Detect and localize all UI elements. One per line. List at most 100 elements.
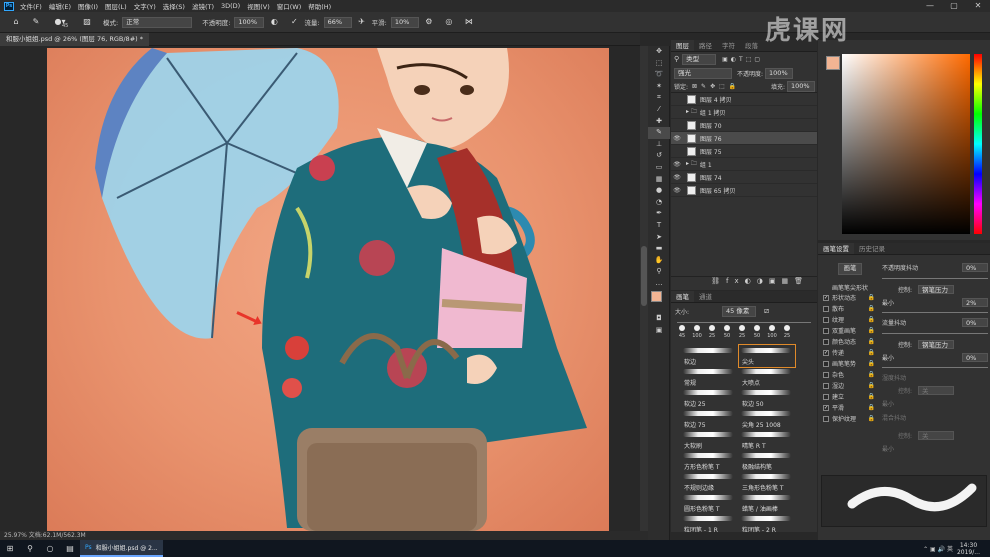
- move-tool-icon[interactable]: ✥: [648, 46, 670, 58]
- tab-brushes[interactable]: 画笔: [671, 291, 694, 302]
- minimum-slider[interactable]: [882, 309, 988, 313]
- brush-item[interactable]: 软边 25: [681, 387, 737, 409]
- brush-size-field[interactable]: 45 像素: [722, 305, 757, 317]
- brush-setting-option[interactable]: 颜色动态 🔒: [818, 336, 878, 347]
- menu-filter[interactable]: 滤镜(T): [192, 1, 214, 11]
- layer-row[interactable]: ▸ 🗀 组 1 拷贝: [671, 106, 817, 119]
- brush-setting-option[interactable]: 画笔笔势 🔒: [818, 358, 878, 369]
- lasso-tool-icon[interactable]: ➰: [648, 69, 670, 81]
- eye-icon[interactable]: 👁: [671, 135, 683, 142]
- menu-3d[interactable]: 3D(D): [221, 2, 240, 10]
- menu-select[interactable]: 选择(S): [163, 1, 185, 11]
- rectangle-tool-icon[interactable]: ▬: [648, 243, 670, 255]
- checkbox[interactable]: [823, 415, 829, 422]
- checkbox[interactable]: [823, 393, 829, 400]
- brush-setting-option[interactable]: ✓ 形状动态 🔒: [818, 292, 878, 303]
- control-select[interactable]: 钢笔压力: [918, 285, 955, 294]
- taskbar-photoshop-app[interactable]: Ps 和服小姐姐.psd @ 2...: [80, 540, 163, 557]
- brush-item[interactable]: 常规: [681, 366, 737, 388]
- eye-icon[interactable]: 👁: [671, 187, 683, 194]
- brush-angle-icon[interactable]: ⧄: [764, 306, 769, 316]
- task-view-icon[interactable]: ▤: [63, 542, 77, 556]
- opacity-field[interactable]: 100%: [234, 16, 265, 28]
- flow-field[interactable]: 66%: [323, 16, 352, 28]
- lock-icon[interactable]: 🔒: [868, 316, 875, 323]
- canvas-vertical-scrollbar[interactable]: [640, 46, 648, 531]
- brush-setting-option[interactable]: 纹理 🔒: [818, 314, 878, 325]
- layer-kind-filter[interactable]: 类型: [682, 53, 717, 65]
- layer-row[interactable]: 👁 图层 74: [671, 171, 817, 184]
- control4-select[interactable]: 关: [918, 431, 955, 440]
- mode-select[interactable]: 正常: [122, 16, 193, 28]
- control3-select[interactable]: 关: [918, 386, 955, 395]
- brush-setting-option[interactable]: 建立 🔒: [818, 391, 878, 402]
- brush-item[interactable]: 软边: [681, 345, 737, 367]
- folder-icon[interactable]: ▸ 🗀: [686, 107, 697, 117]
- brush-setting-option[interactable]: 湿边 🔒: [818, 380, 878, 391]
- checkbox[interactable]: ✓: [823, 404, 829, 411]
- color-foreground-swatch[interactable]: [826, 56, 840, 70]
- fill-field[interactable]: 100%: [787, 80, 815, 92]
- tab-layers[interactable]: 图层: [671, 40, 694, 51]
- brush-item[interactable]: 三角形色粉笔 T: [739, 471, 795, 493]
- clock[interactable]: 14:30 2019/...: [957, 542, 980, 556]
- brush-item[interactable]: 粒团笔 - 2 R: [739, 513, 795, 532]
- hue-slider[interactable]: [974, 54, 982, 234]
- brushes-button[interactable]: 画笔: [838, 263, 862, 275]
- home-icon[interactable]: ⌂: [11, 17, 21, 27]
- brush-item[interactable]: 软边 50: [739, 387, 795, 409]
- brush-preset[interactable]: 50: [750, 325, 764, 339]
- brush-item[interactable]: 软边 75: [681, 408, 737, 430]
- brush-item[interactable]: 方形色粉笔 T: [681, 450, 737, 472]
- tab-paths[interactable]: 路径: [694, 40, 717, 51]
- symmetry-icon[interactable]: ⋈: [464, 17, 474, 27]
- lock-icon[interactable]: 🔒: [868, 415, 875, 422]
- brush-preset[interactable]: 100: [765, 325, 779, 339]
- smooth-field[interactable]: 10%: [390, 16, 419, 28]
- layer-row[interactable]: 图层 4 拷贝: [671, 93, 817, 106]
- layer-row[interactable]: 👁 图层 76: [671, 132, 817, 145]
- brush-preset[interactable]: 25: [735, 325, 749, 339]
- brush-tip-shape-label[interactable]: 画笔笔尖形状: [832, 283, 868, 292]
- brush-item[interactable]: 尖头: [738, 344, 796, 368]
- history-brush-icon[interactable]: ↺: [648, 150, 670, 162]
- eye-icon[interactable]: 👁: [671, 174, 683, 181]
- tab-character[interactable]: 字符: [717, 40, 740, 51]
- checkbox[interactable]: [823, 371, 829, 378]
- minimum2-field[interactable]: 0%: [962, 353, 988, 362]
- lock-icon[interactable]: 🔒: [868, 327, 875, 334]
- magic-wand-icon[interactable]: ✶: [648, 81, 670, 93]
- screen-mode-icon[interactable]: ▣: [648, 325, 670, 337]
- checkbox[interactable]: [823, 360, 829, 367]
- tab-brush-settings[interactable]: 画笔设置: [818, 243, 854, 254]
- maximize-button[interactable]: ▢: [942, 0, 966, 12]
- brush-item[interactable]: 不规则边缘: [681, 471, 737, 493]
- lock-icon[interactable]: 🔒: [868, 294, 875, 301]
- eye-icon[interactable]: 👁: [671, 161, 683, 168]
- pen-tool-icon[interactable]: ✒: [648, 208, 670, 220]
- brush-item[interactable]: 蜡笔 / 油画棒: [739, 492, 795, 514]
- brush-item[interactable]: 极融结构笔: [739, 450, 795, 472]
- control2-select[interactable]: 钢笔压力: [918, 340, 955, 349]
- brush-item[interactable]: 粒团笔 - 1 R: [681, 513, 737, 532]
- blur-tool-icon[interactable]: ●: [648, 185, 670, 197]
- lock-icon[interactable]: 🔒: [868, 404, 875, 411]
- brush-preset[interactable]: 25: [705, 325, 719, 339]
- brush-tool-icon-side[interactable]: ✎: [648, 127, 670, 139]
- lock-icon[interactable]: 🔒: [868, 371, 875, 378]
- menu-image[interactable]: 图像(I): [78, 1, 98, 11]
- checkbox[interactable]: ✓: [823, 349, 829, 356]
- brush-item[interactable]: 圆形色粉笔 T: [681, 492, 737, 514]
- eyedropper-icon[interactable]: ⁄: [648, 104, 670, 116]
- brush-setting-option[interactable]: 散布 🔒: [818, 303, 878, 314]
- brush-item[interactable]: 尖角 25 1008: [739, 408, 795, 430]
- menu-view[interactable]: 视图(V): [247, 1, 270, 11]
- more-tools-icon[interactable]: …: [648, 278, 670, 290]
- opacity-jitter-slider[interactable]: [882, 275, 988, 279]
- crop-tool-icon[interactable]: ⌗: [648, 92, 670, 104]
- brush-preset[interactable]: 45: [675, 325, 689, 339]
- lock-icon[interactable]: 🔒: [868, 393, 875, 400]
- checkbox[interactable]: [823, 338, 829, 345]
- quick-mask-icon[interactable]: ◘: [648, 313, 670, 325]
- brush-tool-icon[interactable]: ✎: [31, 17, 41, 27]
